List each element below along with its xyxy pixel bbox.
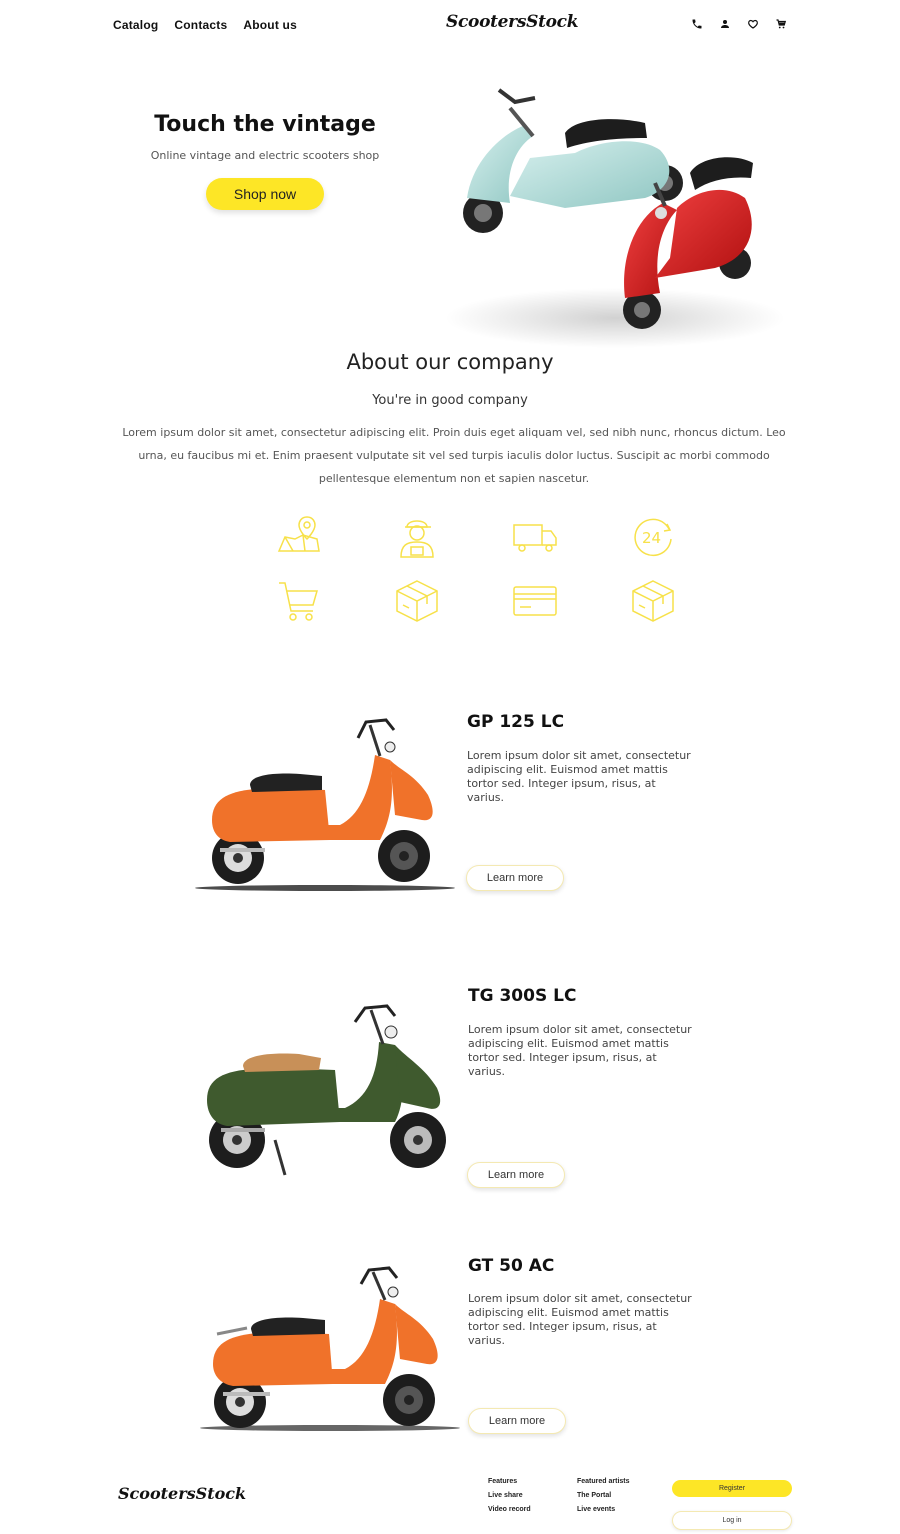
about-subtitle: You're in good company xyxy=(372,393,528,408)
clock-24-icon: 24 xyxy=(594,512,712,562)
footer-links-col-1: Features Live share Video record xyxy=(488,1477,531,1515)
features-grid: 24 xyxy=(240,512,674,626)
product-description: Lorem ipsum dolor sit amet, consectetur … xyxy=(467,749,691,804)
heart-icon[interactable] xyxy=(746,17,760,31)
truck-icon xyxy=(476,512,594,562)
clock-24-label: 24 xyxy=(642,529,661,547)
nav-catalog[interactable]: Catalog xyxy=(113,18,158,32)
nav-about-us[interactable]: About us xyxy=(243,18,297,32)
learn-more-button[interactable]: Learn more xyxy=(466,865,564,891)
hero-subtitle: Online vintage and electric scooters sho… xyxy=(150,149,380,162)
footer-link-video-record[interactable]: Video record xyxy=(488,1505,531,1515)
learn-more-button[interactable]: Learn more xyxy=(468,1408,566,1434)
phone-icon[interactable] xyxy=(690,17,704,31)
cart-icon xyxy=(240,576,358,626)
footer-link-features[interactable]: Features xyxy=(488,1477,531,1487)
product-image-gp-125-lc[interactable] xyxy=(190,700,460,900)
product-description: Lorem ipsum dolor sit amet, consectetur … xyxy=(468,1292,692,1347)
hero-title: Touch the vintage xyxy=(154,112,376,137)
hero-scooters-image xyxy=(415,78,793,350)
footer-link-the-portal[interactable]: The Portal xyxy=(577,1491,630,1501)
user-icon[interactable] xyxy=(718,17,732,31)
cart-icon[interactable] xyxy=(774,17,788,31)
register-button[interactable]: Register xyxy=(672,1480,792,1497)
product-name: TG 300S LC xyxy=(468,986,577,1006)
nav-contacts[interactable]: Contacts xyxy=(174,18,227,32)
main-nav: Catalog Contacts About us xyxy=(113,18,297,32)
learn-more-button[interactable]: Learn more xyxy=(467,1162,565,1188)
box-icon xyxy=(594,576,712,626)
credit-card-icon xyxy=(476,576,594,626)
footer-link-featured-artists[interactable]: Featured artists xyxy=(577,1477,630,1487)
product-image-gt-50-ac[interactable] xyxy=(195,1262,465,1462)
footer-link-live-share[interactable]: Live share xyxy=(488,1491,531,1501)
footer-link-live-events[interactable]: Live events xyxy=(577,1505,630,1515)
about-title: About our company xyxy=(346,350,554,374)
product-name: GT 50 AC xyxy=(468,1256,555,1276)
product-image-tg-300s-lc[interactable] xyxy=(195,990,465,1190)
shop-now-button[interactable]: Shop now xyxy=(206,178,324,210)
login-button[interactable]: Log in xyxy=(672,1511,792,1530)
product-description: Lorem ipsum dolor sit amet, consectetur … xyxy=(468,1023,692,1078)
courier-icon xyxy=(358,512,476,562)
footer-logo[interactable]: ScootersStock xyxy=(118,1484,246,1503)
box-icon xyxy=(358,576,476,626)
footer-links-col-2: Featured artists The Portal Live events xyxy=(577,1477,630,1515)
site-logo[interactable]: ScootersStock xyxy=(446,12,579,32)
about-text: Lorem ipsum dolor sit amet, consectetur … xyxy=(122,426,786,485)
product-name: GP 125 LC xyxy=(467,712,565,732)
header-icons xyxy=(690,17,788,31)
map-pin-icon xyxy=(240,512,358,562)
